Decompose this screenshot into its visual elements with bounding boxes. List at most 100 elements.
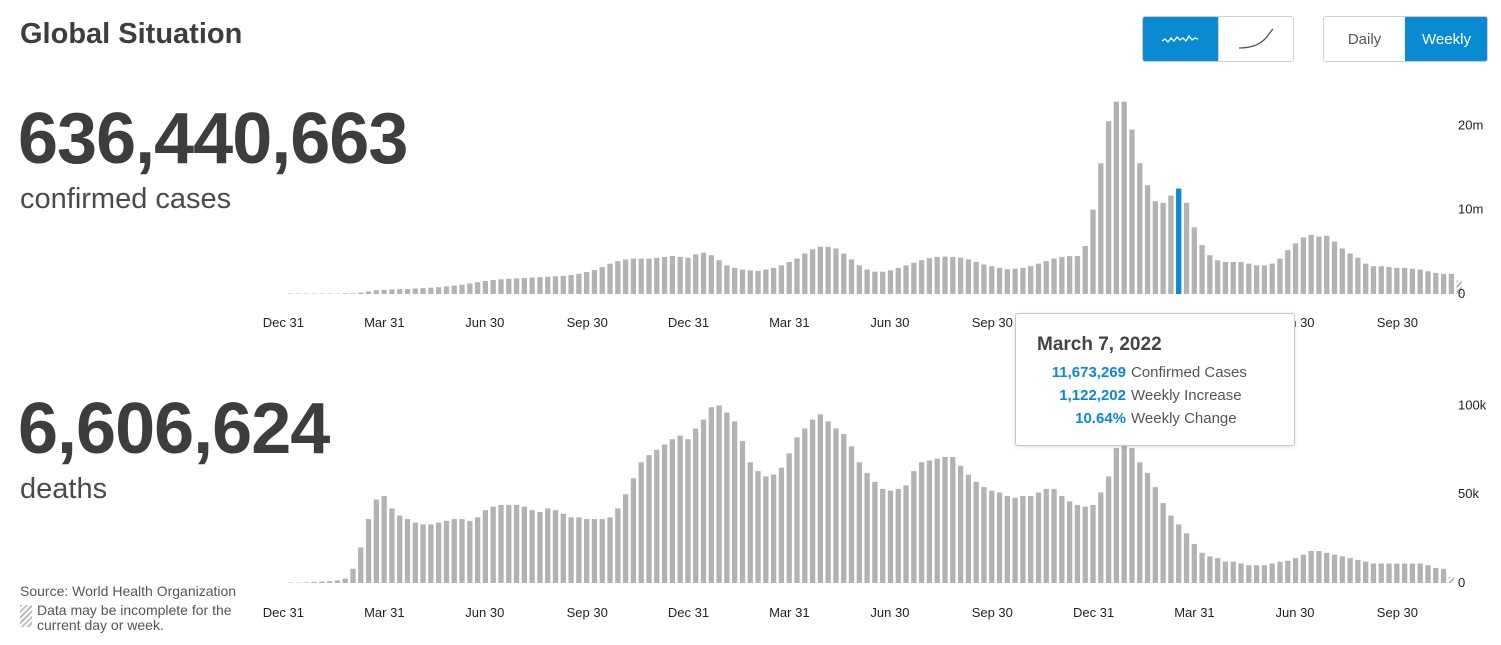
bar[interactable]	[537, 511, 543, 583]
bar[interactable]	[747, 270, 753, 294]
bar[interactable]	[482, 280, 489, 294]
bar[interactable]	[1308, 551, 1314, 583]
bar[interactable]	[1300, 237, 1306, 294]
bar[interactable]	[529, 510, 535, 583]
bar[interactable]	[1129, 448, 1135, 583]
bar[interactable]	[303, 582, 309, 583]
bar[interactable]	[638, 462, 644, 583]
bar[interactable]	[498, 504, 504, 583]
bar[interactable]	[1394, 563, 1400, 583]
bar[interactable]	[342, 293, 348, 294]
bar[interactable]	[1222, 561, 1229, 583]
bar[interactable]	[654, 257, 660, 294]
bar[interactable]	[591, 519, 598, 583]
bar[interactable]	[1051, 488, 1057, 583]
bar[interactable]	[342, 578, 348, 583]
bar[interactable]	[1238, 563, 1244, 583]
bar[interactable]	[1433, 567, 1439, 583]
bar[interactable]	[1199, 552, 1205, 583]
bar[interactable]	[677, 435, 683, 583]
bar[interactable]	[1347, 253, 1353, 294]
bar[interactable]	[794, 258, 800, 294]
bar[interactable]	[404, 288, 411, 294]
bar[interactable]	[903, 485, 909, 583]
bar[interactable]	[646, 455, 652, 583]
bar[interactable]	[560, 513, 566, 583]
bar[interactable]	[1378, 563, 1384, 583]
bar[interactable]	[1043, 261, 1049, 294]
bar[interactable]	[1316, 551, 1322, 583]
bar[interactable]	[1253, 565, 1260, 583]
bar[interactable]	[1246, 263, 1252, 294]
bar[interactable]	[1285, 560, 1291, 583]
bar[interactable]	[809, 249, 816, 294]
bar[interactable]	[591, 269, 598, 294]
bar[interactable]	[1230, 561, 1236, 583]
bar[interactable]	[1261, 265, 1268, 294]
bar[interactable]	[1207, 255, 1213, 294]
bar[interactable]	[474, 517, 481, 583]
bar[interactable]	[887, 490, 894, 583]
bar[interactable]	[817, 246, 824, 294]
bar[interactable]	[1347, 558, 1353, 583]
bar[interactable]	[1363, 561, 1369, 583]
bar[interactable]	[825, 421, 831, 583]
bar[interactable]	[490, 280, 496, 294]
bar[interactable]	[568, 275, 574, 294]
bar[interactable]	[358, 547, 364, 583]
bar[interactable]	[934, 256, 940, 294]
bar[interactable]	[599, 519, 605, 583]
bar[interactable]	[622, 494, 629, 583]
bar[interactable]	[794, 437, 800, 583]
bar[interactable]	[685, 439, 691, 583]
bar[interactable]	[1331, 241, 1338, 294]
bar[interactable]	[1082, 506, 1088, 583]
bar[interactable]	[1113, 101, 1120, 294]
bar[interactable]	[373, 499, 379, 583]
bar[interactable]	[1269, 263, 1275, 294]
bar[interactable]	[459, 284, 465, 294]
bar[interactable]	[381, 495, 387, 583]
bar[interactable]	[513, 504, 520, 583]
bar[interactable]	[1386, 563, 1392, 583]
bar[interactable]	[895, 488, 901, 583]
bar[interactable]	[693, 254, 699, 294]
bar[interactable]	[856, 462, 862, 583]
bar[interactable]	[724, 412, 730, 583]
bar[interactable]	[887, 270, 894, 294]
bar[interactable]	[1176, 524, 1182, 583]
highlighted-bar[interactable]	[1176, 188, 1182, 294]
bar[interactable]	[755, 471, 761, 583]
bar[interactable]	[833, 248, 839, 294]
bar[interactable]	[809, 419, 816, 583]
bar[interactable]	[1425, 565, 1431, 583]
bar[interactable]	[1394, 267, 1400, 294]
bar[interactable]	[1324, 552, 1330, 583]
bar[interactable]	[802, 253, 808, 294]
bar[interactable]	[700, 419, 707, 583]
bar[interactable]	[926, 460, 933, 583]
bar[interactable]	[381, 289, 387, 294]
bar[interactable]	[560, 275, 566, 294]
incomplete-bar[interactable]	[1448, 576, 1455, 583]
bar[interactable]	[732, 267, 738, 294]
bar[interactable]	[1355, 257, 1361, 294]
bar[interactable]	[545, 508, 551, 583]
bar[interactable]	[1433, 272, 1439, 294]
bar[interactable]	[763, 269, 769, 294]
bar[interactable]	[1160, 503, 1166, 583]
bar[interactable]	[708, 255, 714, 294]
bar[interactable]	[1137, 462, 1143, 583]
bar[interactable]	[1020, 495, 1026, 583]
bar[interactable]	[918, 260, 925, 294]
bar[interactable]	[389, 289, 395, 294]
bar[interactable]	[607, 517, 613, 583]
bar[interactable]	[1440, 273, 1447, 294]
bar[interactable]	[911, 471, 917, 583]
bar[interactable]	[576, 517, 582, 583]
bar[interactable]	[1121, 101, 1127, 294]
bar[interactable]	[1425, 271, 1431, 294]
bar[interactable]	[833, 428, 839, 583]
bar[interactable]	[506, 278, 512, 294]
bar[interactable]	[552, 510, 559, 583]
